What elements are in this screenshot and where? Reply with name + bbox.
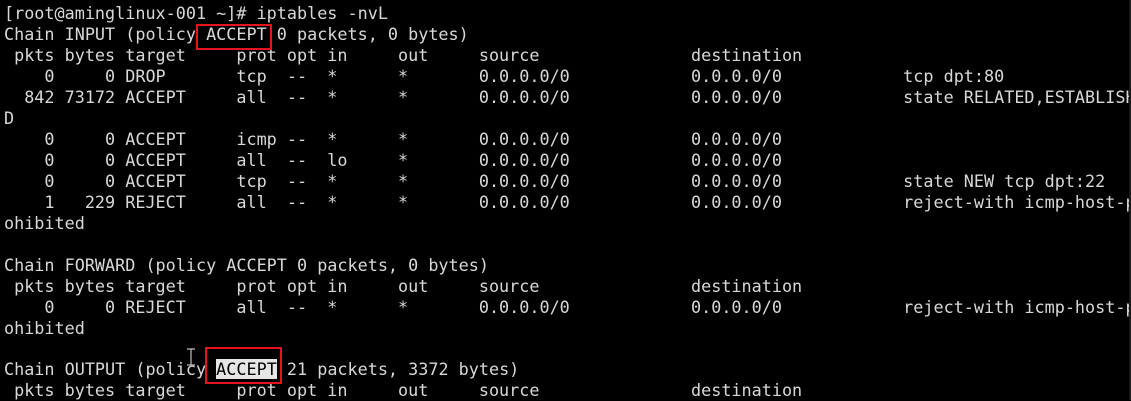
terminal-line-wrap: D [4, 108, 15, 128]
terminal-line-header: pkts bytes target prot opt in out source… [4, 380, 803, 400]
input-policy-highlight-box [196, 24, 272, 50]
chain-output-prefix: Chain OUTPUT (policy [4, 359, 217, 379]
terminal-line-rule: 0 0 ACCEPT icmp -- * * 0.0.0.0/0 0.0.0.0… [4, 129, 782, 149]
terminal-window[interactable]: [root@aminglinux-001 ~]# iptables -nvL C… [0, 0, 1131, 400]
terminal-line-rule: 0 0 ACCEPT tcp -- * * 0.0.0.0/0 0.0.0.0/… [4, 171, 1106, 191]
text-cursor-ibeam-icon [187, 348, 195, 366]
terminal-line-rule: 0 0 DROP tcp -- * * 0.0.0.0/0 0.0.0.0/0 … [4, 66, 1005, 86]
output-policy-highlight-box [205, 347, 282, 384]
terminal-line-wrap: ohibited [4, 213, 85, 233]
terminal-line-wrap: ohibited [4, 318, 85, 338]
terminal-line-rule: 842 73172 ACCEPT all -- * * 0.0.0.0/0 0.… [4, 87, 1131, 107]
terminal-line-rule: 1 229 REJECT all -- * * 0.0.0.0/0 0.0.0.… [4, 192, 1131, 212]
chain-output-suffix: 21 packets, 3372 bytes) [276, 359, 520, 379]
terminal-line-header: pkts bytes target prot opt in out source… [4, 276, 803, 296]
terminal-line-rule: 0 0 ACCEPT all -- lo * 0.0.0.0/0 0.0.0.0… [4, 150, 782, 170]
terminal-line-command: [root@aminglinux-001 ~]# iptables -nvL [4, 3, 388, 23]
terminal-line-header: pkts bytes target prot opt in out source… [4, 45, 803, 65]
terminal-line-rule: 0 0 REJECT all -- * * 0.0.0.0/0 0.0.0.0/… [4, 297, 1131, 317]
terminal-line-chain-forward: Chain FORWARD (policy ACCEPT 0 packets, … [4, 255, 489, 275]
